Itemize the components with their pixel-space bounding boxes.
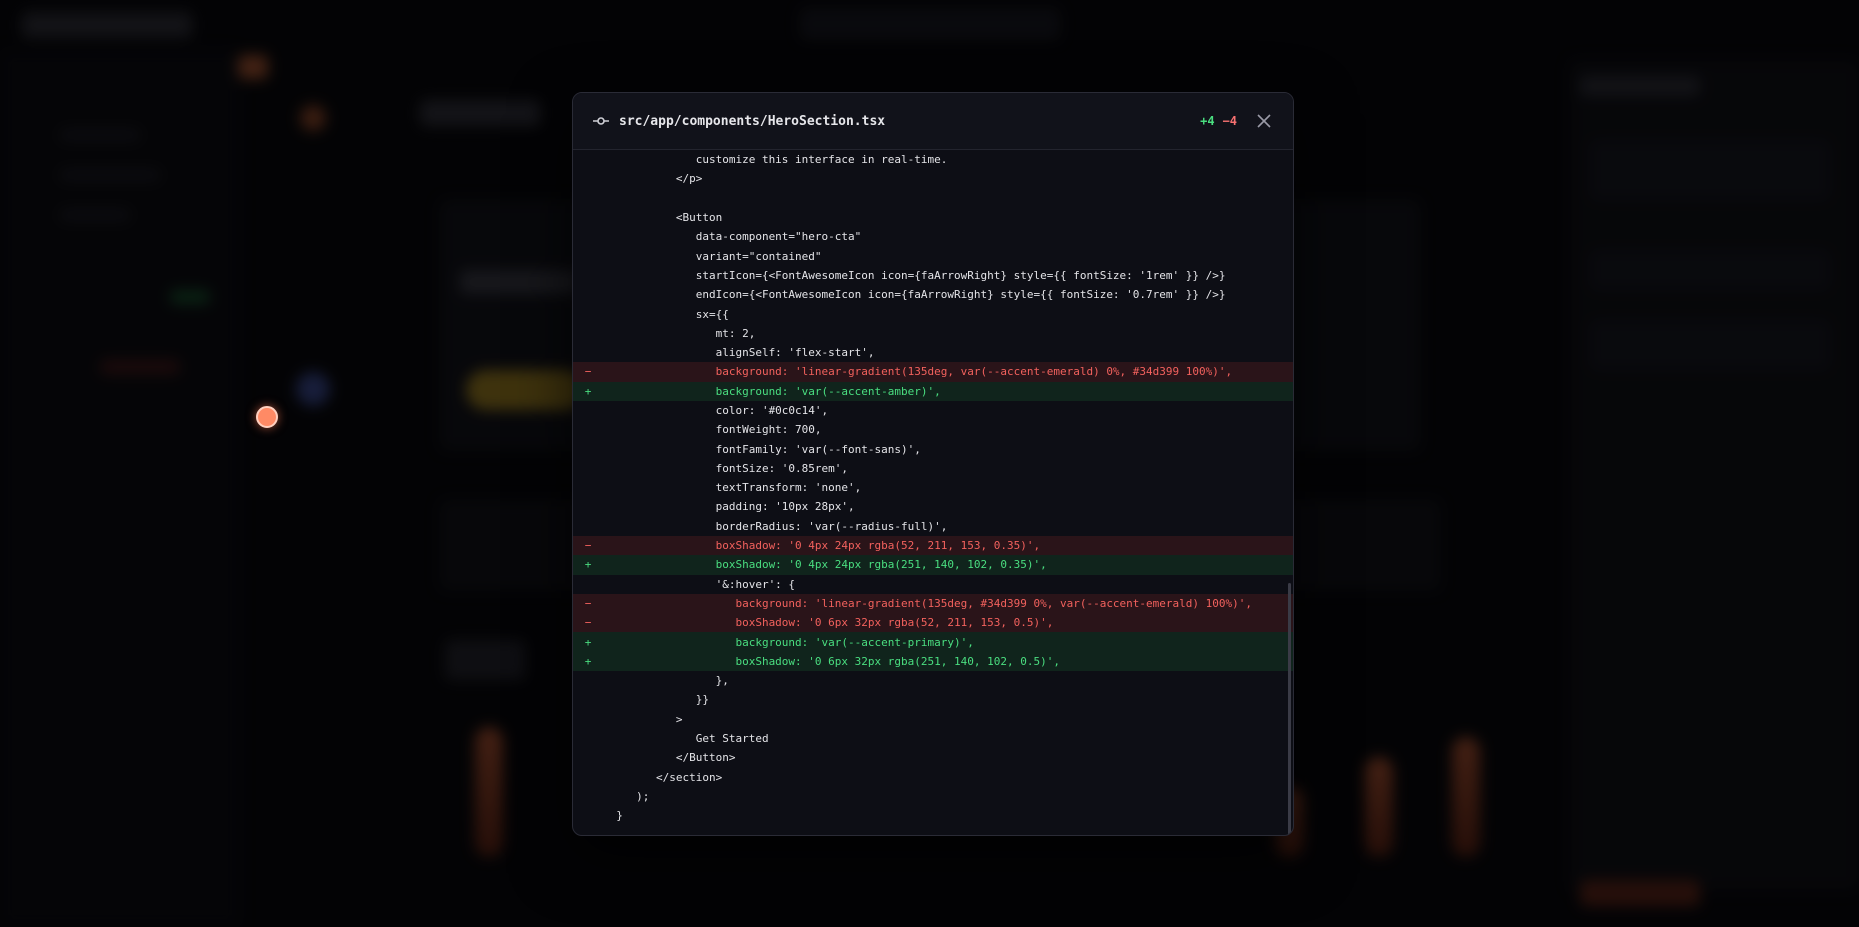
diff-line: </p> [573,169,1293,188]
diff-line-code: startIcon={<FontAwesomeIcon icon={faArro… [603,268,1226,282]
diff-line-sign: + [584,558,592,572]
diff-line-removed: − background: 'linear-gradient(135deg, #… [573,593,1293,614]
diff-line: fontWeight: 700, [573,420,1293,439]
diff-line: ); [573,787,1293,806]
diff-line-code: background: 'var(--accent-amber)', [603,384,941,398]
diff-line-sign: + [584,654,592,668]
diff-line-code: background: 'var(--accent-primary)', [603,635,974,649]
diff-code-area[interactable]: customize this interface in real-time. <… [573,150,1293,835]
diff-line-code: </p> [603,172,703,186]
close-icon [1257,114,1271,128]
diff-line-code: background: 'linear-gradient(135deg, #34… [603,596,1253,610]
diff-line-code: } [603,809,623,823]
diff-line: }} [573,690,1293,709]
diff-modal: src/app/components/HeroSection.tsx +4 −4… [572,92,1294,836]
diff-line-removed: − boxShadow: '0 6px 32px rgba(52, 211, 1… [573,613,1293,633]
diff-line: alignSelf: 'flex-start', [573,343,1293,362]
diff-line: mt: 2, [573,324,1293,343]
diff-line-added: + boxShadow: '0 4px 24px rgba(251, 140, … [573,555,1293,575]
diff-line: customize this interface in real-time. [573,150,1293,169]
diff-line-added: + background: 'var(--accent-primary)', [573,632,1293,652]
additions-count: +4 [1200,114,1215,128]
diff-line [573,189,1293,208]
diff-line-code: ); [603,789,650,803]
diff-line-code: padding: '10px 28px', [603,500,855,514]
diff-line: textTransform: 'none', [573,478,1293,497]
scrollbar[interactable] [1288,583,1291,835]
diff-line-sign: − [584,596,592,610]
diff-line: borderRadius: 'var(--radius-full)', [573,517,1293,536]
diff-line-added: + background: 'var(--accent-amber)', [573,381,1293,401]
diff-line-code: color: '#0c0c14', [603,404,829,417]
diff-line-code: boxShadow: '0 4px 24px rgba(251, 140, 10… [603,558,1047,572]
diff-line: endIcon={<FontAwesomeIcon icon={faArrowR… [573,285,1293,304]
diff-line: data-component="hero-cta" [573,227,1293,246]
diff-line: '&:hover': { [573,575,1293,594]
diff-line: </Button> [573,748,1293,767]
diff-line-code: boxShadow: '0 4px 24px rgba(52, 211, 153… [603,539,1041,553]
diff-line-code: }, [603,674,729,688]
diff-line: }, [573,671,1293,690]
diff-line-code: customize this interface in real-time. [603,153,948,167]
diff-line-removed: − background: 'linear-gradient(135deg, v… [573,362,1293,382]
diff-line: } [573,806,1293,825]
diff-line: startIcon={<FontAwesomeIcon icon={faArro… [573,266,1293,285]
diff-line-code: sx={{ [603,307,729,321]
diff-line-code: boxShadow: '0 6px 32px rgba(251, 140, 10… [603,654,1060,668]
diff-line-sign: − [584,616,592,630]
diff-line: color: '#0c0c14', [573,401,1293,420]
file-path: src/app/components/HeroSection.tsx [619,113,886,129]
diff-line-removed: − boxShadow: '0 4px 24px rgba(52, 211, 1… [573,535,1293,556]
diff-line-code: <Button [603,211,723,225]
diff-line: <Button [573,208,1293,227]
diff-line-code: mt: 2, [603,326,756,340]
diff-line-code: '&:hover': { [603,577,796,591]
diff-line: fontFamily: 'var(--font-sans)', [573,439,1293,458]
diff-line: variant="contained" [573,246,1293,265]
deletions-count: −4 [1222,114,1237,128]
diff-line-code: data-component="hero-cta" [603,230,862,244]
diff-modal-header: src/app/components/HeroSection.tsx +4 −4 [573,93,1293,150]
git-commit-icon [593,113,609,129]
diff-line-code: fontFamily: 'var(--font-sans)', [603,442,921,456]
diff-line-code: </Button> [603,751,736,765]
diff-line-sign: − [584,365,592,379]
diff-line-code: alignSelf: 'flex-start', [603,346,875,360]
diff-line: padding: '10px 28px', [573,497,1293,516]
diff-line-code: </section> [603,770,723,784]
diff-line-code: fontWeight: 700, [603,423,822,437]
diff-line-code: }} [603,693,709,707]
cursor-dot-icon [256,406,278,428]
diff-line-sign: + [584,384,592,398]
diff-line-code: background: 'linear-gradient(135deg, var… [603,365,1233,379]
diff-line-code: boxShadow: '0 6px 32px rgba(52, 211, 153… [603,616,1054,630]
diff-line-code: Get Started [603,732,769,746]
diff-line-code: textTransform: 'none', [603,481,862,495]
diff-line-code: > [603,712,683,726]
close-button[interactable] [1255,112,1273,130]
diff-line-code: fontSize: '0.85rem', [603,461,849,475]
diff-line-sign: + [584,635,592,649]
diff-line-added: + boxShadow: '0 6px 32px rgba(251, 140, … [573,651,1293,672]
diff-line: > [573,710,1293,729]
diff-line-sign: − [584,539,592,553]
diff-line: sx={{ [573,304,1293,323]
diff-line: </section> [573,768,1293,787]
diff-line-code: borderRadius: 'var(--radius-full)', [603,519,948,533]
diff-line-code: variant="contained" [603,249,822,263]
diff-line: fontSize: '0.85rem', [573,459,1293,478]
diff-line-code: endIcon={<FontAwesomeIcon icon={faArrowR… [603,288,1226,302]
diff-line: Get Started [573,729,1293,748]
